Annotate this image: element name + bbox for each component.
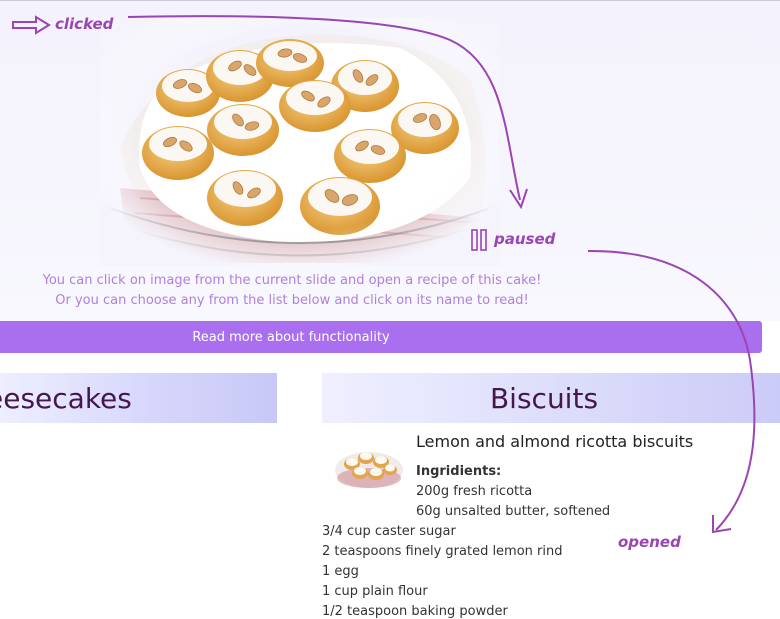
- ingredient-item: 2 teaspoons finely grated lemon rind: [322, 544, 563, 559]
- read-more-label: Read more about functionality: [192, 329, 390, 345]
- slider-notice-line1: You can click on image from the current …: [42, 273, 542, 288]
- ingredient-item: 3/4 cup caster sugar: [322, 524, 456, 539]
- category-biscuits-label: Biscuits: [489, 381, 599, 415]
- category-cheesecakes[interactable]: eesecakes: [0, 373, 277, 423]
- ingredient-item: 1/2 teaspoon baking powder: [322, 604, 508, 619]
- category-cheesecakes-label: eesecakes: [0, 381, 132, 415]
- category-biscuits[interactable]: Biscuits: [322, 373, 780, 423]
- ingredients-heading: Ingridients:: [416, 464, 502, 479]
- read-more-button[interactable]: Read more about functionality: [0, 321, 762, 353]
- recipe-title[interactable]: Lemon and almond ricotta biscuits: [416, 432, 693, 451]
- ingredient-item: 200g fresh ricotta: [416, 484, 533, 499]
- slide-image[interactable]: [100, 18, 500, 266]
- ingredient-item: 1 cup plain flour: [322, 584, 428, 599]
- ingredient-item: 1 egg: [322, 564, 359, 579]
- ingredient-item: 60g unsalted butter, softened: [416, 504, 611, 519]
- annotation-paused: paused: [494, 230, 556, 248]
- slider-notice-line2: Or you can choose any from the list belo…: [55, 293, 529, 308]
- recipe-thumbnail[interactable]: [332, 440, 406, 492]
- annotation-clicked: clicked: [55, 15, 114, 33]
- annotation-opened: opened: [618, 533, 681, 551]
